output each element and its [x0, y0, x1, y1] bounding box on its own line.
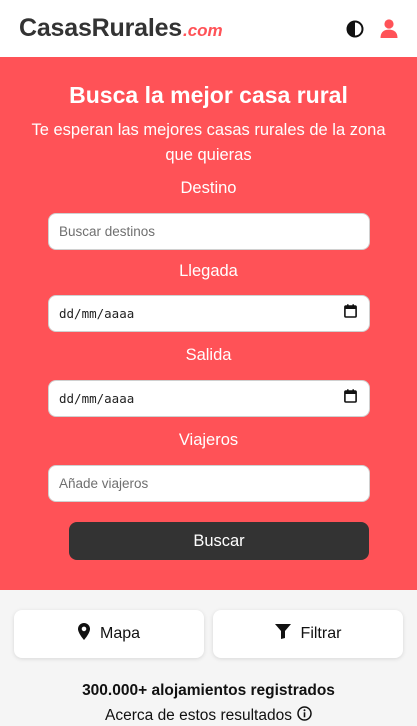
destination-label: Destino	[180, 179, 237, 197]
destination-field[interactable]	[48, 213, 370, 250]
hero-subtitle: Te esperan las mejores casas rurales de …	[31, 121, 386, 164]
map-filter-actions: Mapa Filtrar	[14, 610, 403, 658]
calendar-icon[interactable]	[344, 389, 357, 408]
travelers-field[interactable]	[48, 465, 370, 502]
calendar-icon[interactable]	[344, 304, 357, 323]
site-logo[interactable]: CasasRurales .com	[19, 14, 223, 43]
logo-domain-text: .com	[182, 21, 223, 40]
contrast-icon[interactable]	[345, 19, 365, 39]
filter-button[interactable]: Filtrar	[213, 610, 403, 658]
logo-main-text: CasasRurales	[19, 14, 182, 42]
travelers-input[interactable]	[59, 476, 357, 491]
about-results-link[interactable]: Acerca de estos resultados	[0, 706, 417, 726]
search-button[interactable]: Buscar	[69, 522, 369, 560]
user-icon[interactable]	[379, 19, 399, 39]
about-results-label: Acerca de estos resultados	[105, 707, 292, 724]
map-pin-icon	[77, 623, 90, 645]
map-button[interactable]: Mapa	[14, 610, 204, 658]
arrival-label: Llegada	[179, 262, 238, 280]
filter-button-label: Filtrar	[300, 625, 342, 642]
header-icons	[345, 19, 399, 39]
info-icon	[297, 706, 312, 726]
arrival-date-field[interactable]: dd/mm/aaaa	[48, 295, 370, 332]
filter-icon	[274, 624, 291, 644]
map-button-label: Mapa	[99, 625, 141, 642]
departure-date-field[interactable]: dd/mm/aaaa	[48, 380, 370, 417]
travelers-label: Viajeros	[178, 431, 239, 449]
arrival-date-value: dd/mm/aaaa	[59, 306, 135, 321]
departure-date-value: dd/mm/aaaa	[59, 391, 135, 406]
top-header: CasasRurales .com	[0, 0, 417, 57]
results-count: 300.000+ alojamientos registrados	[82, 682, 335, 699]
destination-input[interactable]	[59, 224, 357, 239]
search-hero: Busca la mejor casa rural Te esperan las…	[0, 57, 417, 590]
hero-title: Busca la mejor casa rural	[69, 82, 348, 108]
departure-label: Salida	[185, 346, 232, 364]
